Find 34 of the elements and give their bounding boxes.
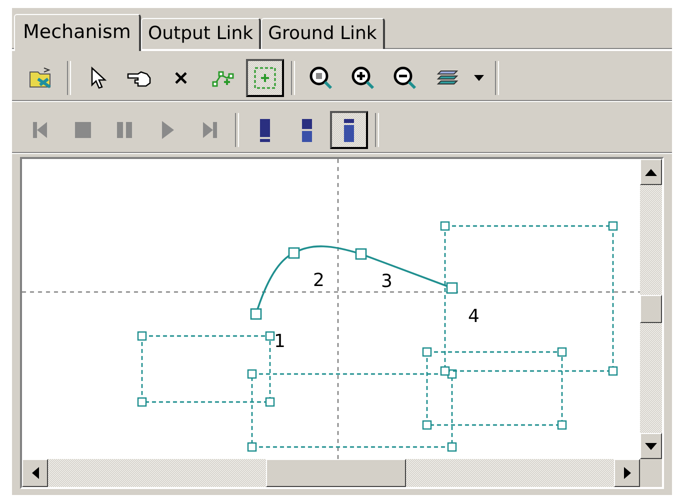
caret-icon [474,74,484,81]
dashed-rectangle[interactable] [247,369,457,452]
zoom-out-icon [392,64,418,91]
point-label: 1 [274,331,286,352]
dashed-rectangle[interactable] [422,347,567,430]
link-curve[interactable] [250,245,458,320]
vertical-scrollbar[interactable] [640,159,662,459]
fit-icon [252,64,278,91]
folder-icon [28,64,54,91]
tab[interactable]: Ground Link [261,18,385,50]
right-arrow-icon [624,467,630,479]
horizontal-scrollbar[interactable] [22,459,640,487]
scroll-thumb[interactable] [266,459,406,487]
up-arrow-icon [645,168,657,176]
scrollbar-corner [640,459,662,487]
zoom-window-icon [308,64,334,91]
scroll-down-button[interactable] [640,433,662,459]
drawing-canvas[interactable]: 1 2 3 4 [22,159,640,459]
scroll-up-button[interactable] [640,159,662,185]
point-label: 4 [468,306,480,327]
view-bottom-button[interactable] [330,110,368,149]
scroll-left-button[interactable] [22,459,48,487]
tab[interactable]: Output Link [140,18,262,50]
tab[interactable]: Mechanism [14,14,141,52]
zoom-in-icon [350,64,376,91]
point-label: 2 [313,270,324,291]
left-arrow-icon [32,467,38,479]
dashed-rectangle[interactable] [137,331,275,407]
scroll-right-button[interactable] [614,459,640,487]
scroll-thumb[interactable] [640,295,662,323]
dashed-rectangle[interactable] [440,221,618,376]
fit-button[interactable] [246,58,284,97]
point-label: 3 [381,271,392,292]
down-arrow-icon [645,442,657,450]
